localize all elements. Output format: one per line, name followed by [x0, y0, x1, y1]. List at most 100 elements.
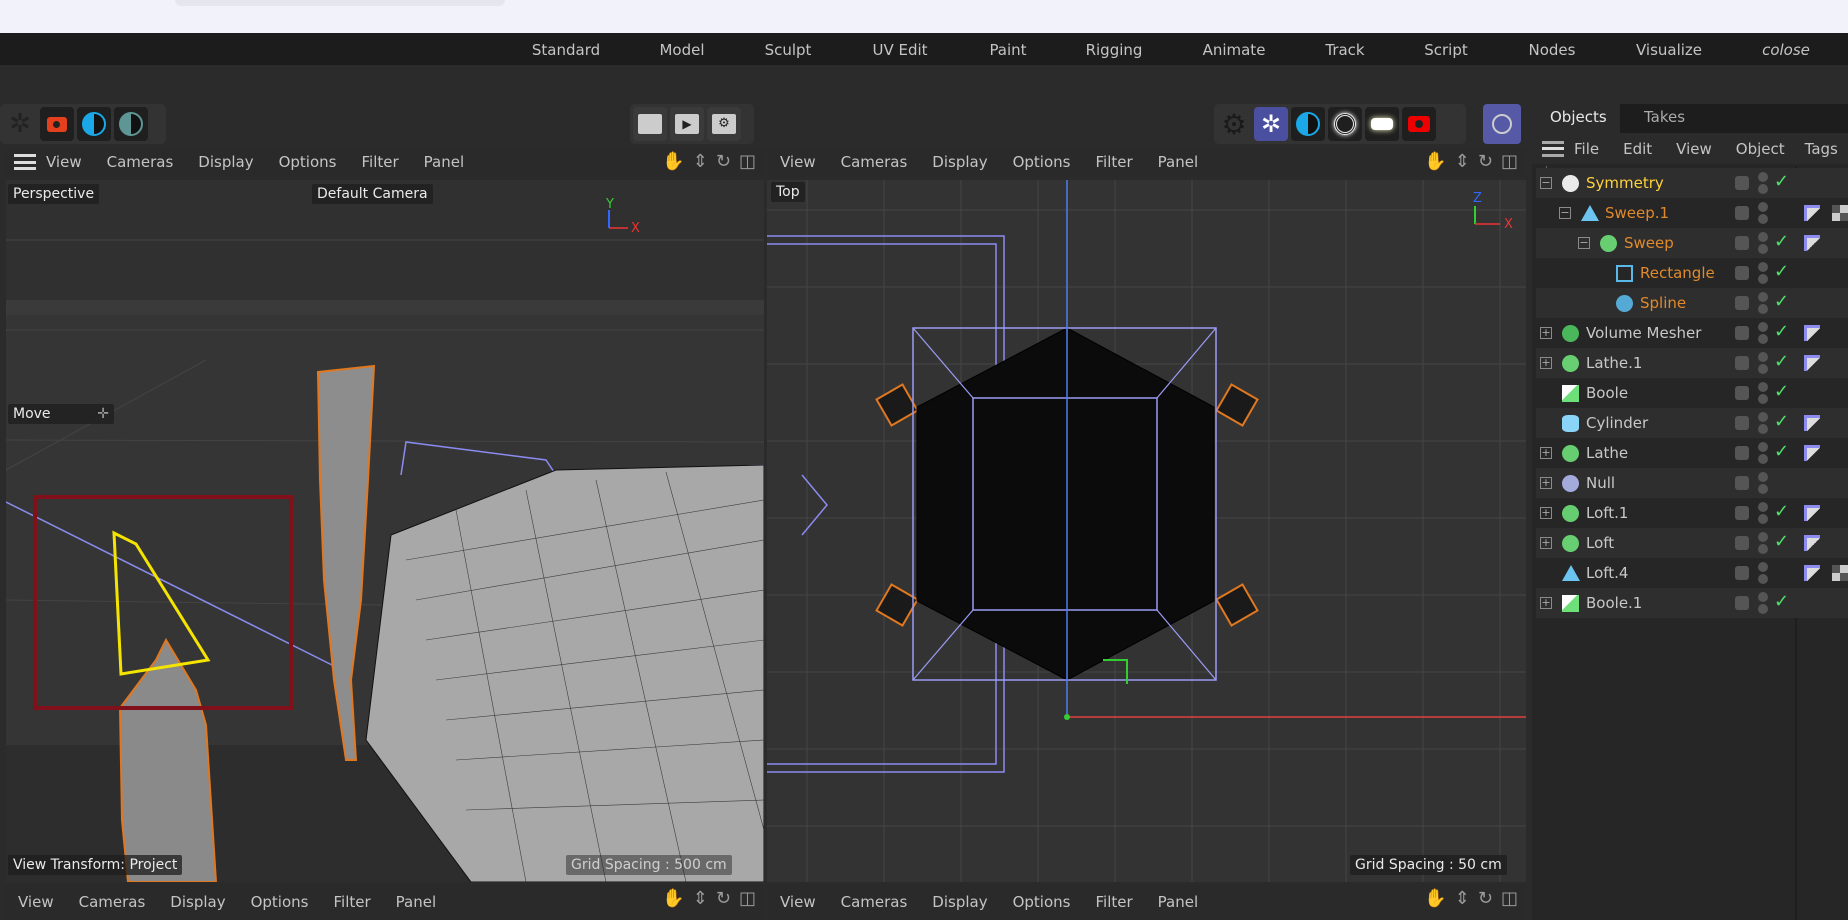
- expand-toggle-icon[interactable]: −: [1559, 207, 1571, 219]
- phong-tag-icon[interactable]: [1804, 505, 1820, 521]
- edit-layer-icon[interactable]: [1735, 236, 1749, 250]
- move-arrow-icon[interactable]: ⇕: [693, 152, 708, 172]
- enabled-check-icon[interactable]: ✓: [1774, 261, 1789, 282]
- expand-toggle-icon[interactable]: +: [1540, 507, 1552, 519]
- enabled-check-icon[interactable]: ✓: [1774, 231, 1789, 252]
- object-row[interactable]: + Loft ✓: [1536, 528, 1848, 558]
- edit-layer-icon[interactable]: [1735, 206, 1749, 220]
- layout-animate[interactable]: Animate: [1203, 41, 1266, 59]
- rotate-icon[interactable]: ↻: [716, 889, 731, 909]
- enabled-check-icon[interactable]: ✓: [1774, 171, 1789, 192]
- menu-file[interactable]: File: [1574, 140, 1599, 158]
- menu-view[interactable]: View: [780, 893, 816, 911]
- object-name[interactable]: Sweep.1: [1605, 204, 1669, 222]
- menu-display[interactable]: Display: [170, 893, 225, 911]
- menu-display[interactable]: Display: [932, 153, 987, 171]
- rotate-icon[interactable]: ↻: [716, 152, 731, 172]
- menu-view[interactable]: View: [46, 153, 82, 171]
- menu-panel[interactable]: Panel: [1158, 893, 1198, 911]
- object-name[interactable]: Loft: [1586, 534, 1614, 552]
- render-visibility-dot[interactable]: [1758, 244, 1768, 254]
- menu-cameras[interactable]: Cameras: [841, 893, 908, 911]
- menu-panel[interactable]: Panel: [424, 153, 464, 171]
- octane-icon[interactable]: ✲: [3, 107, 37, 141]
- render-visibility-dot[interactable]: [1758, 424, 1768, 434]
- maximize-icon[interactable]: ◫: [1501, 152, 1518, 172]
- object-name[interactable]: Lathe.1: [1586, 354, 1642, 372]
- checker-tag-icon[interactable]: [1832, 205, 1848, 221]
- object-row[interactable]: + Lathe.1 ✓: [1536, 348, 1848, 378]
- viewport-name[interactable]: Top: [771, 182, 805, 202]
- edit-layer-icon[interactable]: [1735, 296, 1749, 310]
- object-name[interactable]: Spline: [1640, 294, 1686, 312]
- menu-view[interactable]: View: [18, 893, 54, 911]
- menu-options[interactable]: Options: [1013, 893, 1071, 911]
- editor-visibility-dot[interactable]: [1758, 202, 1768, 212]
- phong-tag-icon[interactable]: [1804, 445, 1820, 461]
- render-visibility-dot[interactable]: [1758, 484, 1768, 494]
- menu-cameras[interactable]: Cameras: [79, 893, 146, 911]
- edit-layer-icon[interactable]: [1735, 326, 1749, 340]
- maximize-icon[interactable]: ◫: [739, 889, 756, 909]
- menu-view[interactable]: View: [780, 153, 816, 171]
- layout-sculpt[interactable]: Sculpt: [765, 41, 812, 59]
- phong-tag-icon[interactable]: [1804, 565, 1820, 581]
- render-visibility-dot[interactable]: [1758, 214, 1768, 224]
- object-name[interactable]: Sweep: [1624, 234, 1674, 252]
- object-row[interactable]: + Lathe ✓: [1536, 438, 1848, 468]
- area-light-icon[interactable]: [1365, 107, 1399, 141]
- expand-toggle-icon[interactable]: +: [1540, 597, 1552, 609]
- gear-icon[interactable]: ⚙: [1217, 107, 1251, 141]
- layout-rigging[interactable]: Rigging: [1086, 41, 1143, 59]
- layout-script[interactable]: Script: [1424, 41, 1468, 59]
- editor-visibility-dot[interactable]: [1758, 532, 1768, 542]
- object-name[interactable]: Loft.1: [1586, 504, 1628, 522]
- object-row[interactable]: Spline ✓: [1536, 288, 1848, 318]
- render-settings-icon[interactable]: ⚙: [707, 107, 741, 141]
- expand-toggle-icon[interactable]: +: [1540, 447, 1552, 459]
- editor-visibility-dot[interactable]: [1758, 592, 1768, 602]
- pan-hand-icon[interactable]: ✋: [662, 152, 684, 172]
- edit-layer-icon[interactable]: [1735, 566, 1749, 580]
- render-active-icon[interactable]: ▶: [670, 107, 704, 141]
- edit-layer-icon[interactable]: [1735, 476, 1749, 490]
- sky-dome-icon[interactable]: [1483, 104, 1521, 144]
- layout-visualize[interactable]: Visualize: [1636, 41, 1702, 59]
- render-visibility-dot[interactable]: [1758, 544, 1768, 554]
- menu-panel[interactable]: Panel: [396, 893, 436, 911]
- enabled-check-icon[interactable]: ✓: [1774, 531, 1789, 552]
- phong-tag-icon[interactable]: [1804, 355, 1820, 371]
- object-row[interactable]: + Null: [1536, 468, 1848, 498]
- editor-visibility-dot[interactable]: [1758, 292, 1768, 302]
- layout-standard[interactable]: Standard: [532, 41, 600, 59]
- octane-live-icon[interactable]: ✲: [1254, 107, 1288, 141]
- editor-visibility-dot[interactable]: [1758, 502, 1768, 512]
- edit-layer-icon[interactable]: [1735, 446, 1749, 460]
- tab-objects[interactable]: Objects: [1532, 104, 1620, 133]
- expand-toggle-icon[interactable]: +: [1540, 327, 1552, 339]
- object-name[interactable]: Rectangle: [1640, 264, 1715, 282]
- layout-uv-edit[interactable]: UV Edit: [872, 41, 927, 59]
- pan-hand-icon[interactable]: ✋: [1424, 152, 1446, 172]
- phong-tag-icon[interactable]: [1804, 415, 1820, 431]
- render-camera-icon[interactable]: [40, 107, 74, 141]
- expand-toggle-icon[interactable]: +: [1540, 537, 1552, 549]
- camera-icon[interactable]: [1402, 107, 1436, 141]
- phong-tag-icon[interactable]: [1804, 235, 1820, 251]
- layout-model[interactable]: Model: [659, 41, 704, 59]
- edit-layer-icon[interactable]: [1735, 356, 1749, 370]
- camera-name[interactable]: Default Camera: [312, 184, 433, 204]
- object-row[interactable]: − Sweep ✓: [1536, 228, 1848, 258]
- contrast-icon[interactable]: [1291, 107, 1325, 141]
- enabled-check-icon[interactable]: ✓: [1774, 381, 1789, 402]
- enabled-check-icon[interactable]: ✓: [1774, 441, 1789, 462]
- render-visibility-dot[interactable]: [1758, 454, 1768, 464]
- render-visibility-dot[interactable]: [1758, 514, 1768, 524]
- editor-visibility-dot[interactable]: [1758, 412, 1768, 422]
- menu-filter[interactable]: Filter: [333, 893, 370, 911]
- menu-filter[interactable]: Filter: [361, 153, 398, 171]
- expand-toggle-icon[interactable]: +: [1540, 477, 1552, 489]
- layout-paint[interactable]: Paint: [989, 41, 1026, 59]
- enabled-check-icon[interactable]: ✓: [1774, 591, 1789, 612]
- hamburger-icon[interactable]: [1542, 140, 1564, 157]
